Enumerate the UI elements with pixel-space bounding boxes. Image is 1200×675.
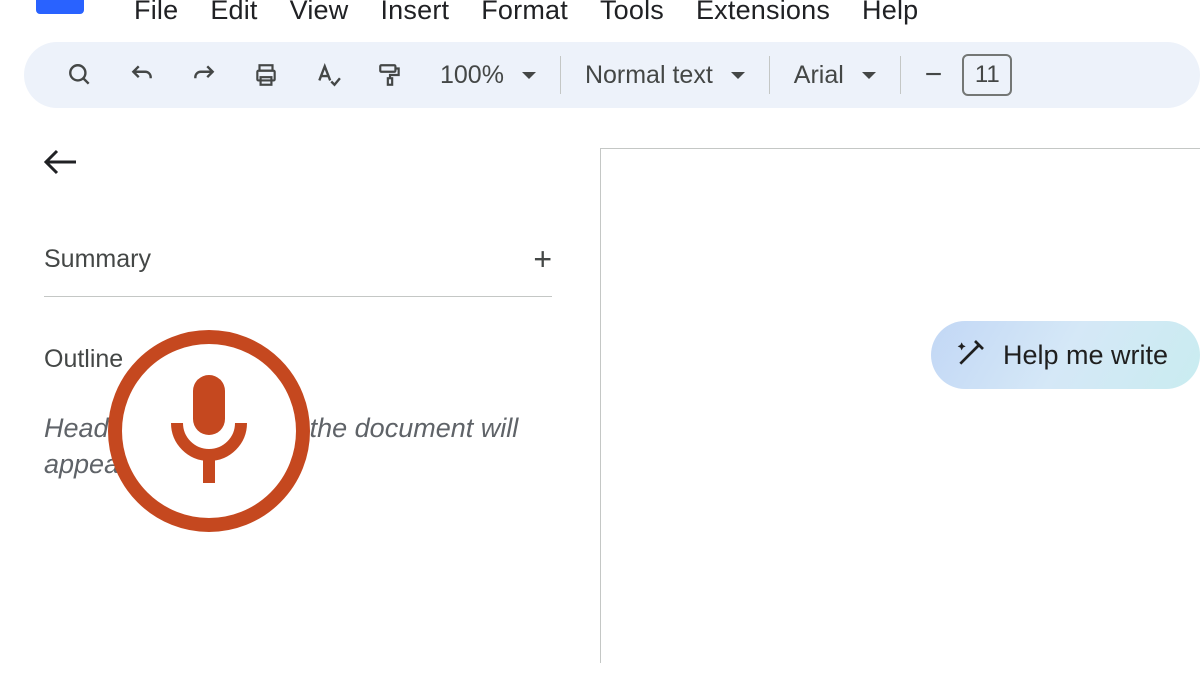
print-button[interactable] (242, 51, 290, 99)
menu-tools[interactable]: Tools (600, 0, 664, 26)
docs-logo[interactable] (36, 0, 84, 14)
font-size-decrease-button[interactable]: − (913, 58, 955, 92)
print-icon (253, 62, 279, 88)
toolbar-divider (769, 56, 770, 94)
collapse-outline-button[interactable] (44, 146, 80, 185)
add-summary-button[interactable]: + (533, 241, 552, 278)
arrow-left-icon (44, 148, 80, 176)
help-me-write-label: Help me write (1003, 340, 1168, 371)
paragraph-style-dropdown[interactable]: Normal text (573, 61, 757, 90)
magic-wand-icon (955, 337, 987, 374)
zoom-value: 100% (440, 61, 504, 90)
font-family-value: Arial (794, 61, 844, 90)
undo-icon (129, 62, 155, 88)
outline-heading: Outline (44, 345, 552, 374)
menu-format[interactable]: Format (481, 0, 568, 26)
font-size-value: 11 (975, 61, 1000, 89)
zoom-dropdown[interactable]: 100% (428, 61, 548, 90)
menu-help[interactable]: Help (862, 0, 918, 26)
toolbar-divider (560, 56, 561, 94)
microphone-icon (159, 371, 259, 491)
summary-section: Summary + (44, 241, 552, 297)
menu-insert[interactable]: Insert (380, 0, 449, 26)
spellcheck-button[interactable] (304, 51, 352, 99)
summary-heading: Summary (44, 245, 151, 274)
search-button[interactable] (56, 51, 104, 99)
font-size-input[interactable]: 11 (962, 54, 1012, 96)
redo-icon (191, 62, 217, 88)
menubar: File Edit View Insert Format Tools Exten… (0, 0, 1200, 34)
chevron-down-icon (731, 72, 745, 79)
chevron-down-icon (522, 72, 536, 79)
paint-roller-icon (377, 62, 403, 88)
chevron-down-icon (862, 72, 876, 79)
toolbar: 100% Normal text Arial − 11 (24, 42, 1200, 108)
redo-button[interactable] (180, 51, 228, 99)
search-icon (67, 62, 93, 88)
help-me-write-button[interactable]: Help me write (931, 321, 1200, 389)
spellcheck-icon (315, 62, 341, 88)
font-family-dropdown[interactable]: Arial (782, 61, 888, 90)
document-canvas[interactable]: Help me write (600, 148, 1200, 663)
menu-extensions[interactable]: Extensions (696, 0, 830, 26)
menu-file[interactable]: File (134, 0, 178, 26)
paint-format-button[interactable] (366, 51, 414, 99)
paragraph-style-value: Normal text (585, 61, 713, 90)
undo-button[interactable] (118, 51, 166, 99)
outline-sidebar: Summary + Outline Heading the document w… (0, 108, 600, 663)
menu-view[interactable]: View (290, 0, 349, 26)
voice-typing-button[interactable] (108, 330, 310, 532)
toolbar-divider (900, 56, 901, 94)
menu-edit[interactable]: Edit (210, 0, 257, 26)
